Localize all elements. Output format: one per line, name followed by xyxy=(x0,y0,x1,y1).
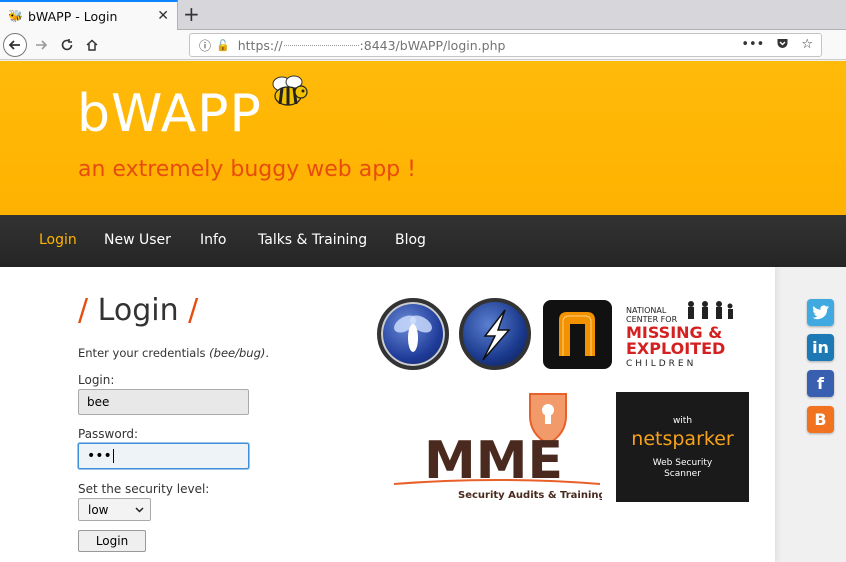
login-label: Login: xyxy=(78,373,115,387)
bee-logo-icon xyxy=(272,75,308,106)
zap-logo[interactable] xyxy=(459,298,531,370)
n-logo[interactable] xyxy=(543,300,612,369)
linkedin-icon[interactable]: in xyxy=(807,334,834,361)
navigation-bar: ⓘ 🔓 https:// :8443/bWAPP/login.php ••• ☆ xyxy=(0,30,846,60)
credentials-hint: Enter your credentials (bee/bug). xyxy=(78,346,270,360)
wasp-icon xyxy=(394,315,432,352)
security-level-label: Set the security level: xyxy=(78,482,210,496)
forward-button[interactable] xyxy=(29,33,53,57)
owasp-logo[interactable] xyxy=(377,298,449,370)
info-icon[interactable]: ⓘ xyxy=(199,37,211,54)
svg-text:EXPLOITED: EXPLOITED xyxy=(626,339,725,358)
svg-text:NATIONAL: NATIONAL xyxy=(626,306,667,315)
reload-icon xyxy=(61,39,73,51)
close-tab-icon[interactable]: ✕ xyxy=(157,8,169,24)
site-tagline: an extremely buggy web app ! xyxy=(78,157,416,182)
bee-favicon-icon: 🐝 xyxy=(8,9,23,23)
menu-item-login[interactable]: Login xyxy=(39,232,77,248)
active-tab[interactable]: 🐝 bWAPP - Login ✕ xyxy=(0,0,178,30)
more-actions-icon[interactable]: ••• xyxy=(741,37,764,54)
menu-item-blog[interactable]: Blog xyxy=(395,232,426,248)
reload-button[interactable] xyxy=(55,33,79,57)
tab-title: bWAPP - Login xyxy=(28,8,118,24)
facebook-icon[interactable]: f xyxy=(807,370,834,397)
login-button[interactable]: Login xyxy=(78,530,146,552)
url-path: :8443/bWAPP/login.php xyxy=(359,37,506,53)
chevron-down-icon xyxy=(135,506,144,513)
blogger-icon[interactable]: B xyxy=(807,406,834,433)
menu-item-new-user[interactable]: New User xyxy=(104,232,171,248)
text-caret xyxy=(112,449,114,463)
bookmark-star-icon[interactable]: ☆ xyxy=(801,37,813,54)
svg-text:CHILDREN: CHILDREN xyxy=(626,359,696,368)
menu-item-info[interactable]: Info xyxy=(200,232,227,248)
mme-logo[interactable]: MME Security Audits & Training xyxy=(390,392,606,502)
new-tab-icon[interactable]: + xyxy=(183,3,200,25)
netsparker-logo[interactable]: with netsparker Web Security Scanner xyxy=(616,392,749,502)
home-icon xyxy=(86,39,98,51)
svg-text:Security Audits & Training: Security Audits & Training xyxy=(458,490,602,501)
password-label: Password: xyxy=(78,427,139,441)
url-redacted-host xyxy=(283,44,359,46)
pocket-icon[interactable] xyxy=(776,37,789,54)
lock-warning-icon[interactable]: 🔓 xyxy=(216,39,230,52)
page-title: / Login / xyxy=(78,293,199,328)
n-letter-icon xyxy=(559,312,595,356)
home-button[interactable] xyxy=(80,33,104,57)
security-level-select[interactable]: low xyxy=(78,498,151,521)
url-bar[interactable]: ⓘ 🔓 https:// :8443/bWAPP/login.php ••• ☆ xyxy=(189,33,822,57)
forward-arrow-icon xyxy=(36,40,48,50)
twitter-icon[interactable] xyxy=(807,299,834,326)
login-input[interactable]: bee xyxy=(78,389,249,415)
url-prefix: https:// xyxy=(237,37,283,53)
ncmec-logo[interactable]: NATIONAL CENTER FOR MISSING & EXPLOITED … xyxy=(625,300,745,369)
url-actions: ••• ☆ xyxy=(741,37,813,54)
back-button[interactable] xyxy=(3,33,27,57)
lightning-icon xyxy=(482,309,511,361)
site-logo[interactable]: bWAPP xyxy=(77,84,262,144)
password-input[interactable]: ••• xyxy=(78,443,249,469)
back-arrow-icon xyxy=(8,40,20,50)
menu-item-talks-training[interactable]: Talks & Training xyxy=(258,232,367,248)
tab-bar: 🐝 bWAPP - Login ✕ + xyxy=(0,0,846,30)
